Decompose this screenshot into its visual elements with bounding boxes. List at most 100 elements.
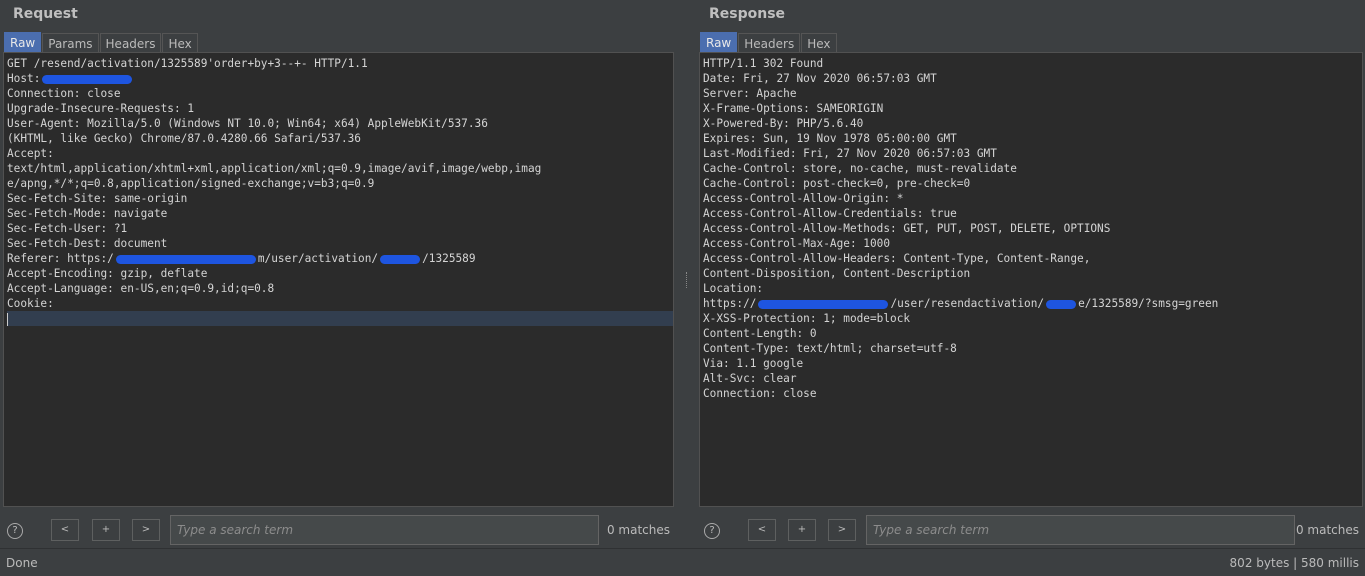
request-line: Upgrade-Insecure-Requests: 1 bbox=[7, 101, 673, 116]
line-text: Content-Length: 0 bbox=[703, 327, 817, 340]
tab-raw[interactable]: Raw bbox=[4, 32, 42, 53]
response-line: Content-Type: text/html; charset=utf-8 bbox=[703, 341, 1362, 356]
tab-headers[interactable]: Headers bbox=[99, 33, 162, 53]
request-line: text/html,application/xhtml+xml,applicat… bbox=[7, 161, 673, 176]
request-line: Sec-Fetch-Site: same-origin bbox=[7, 191, 673, 206]
line-text: Sec-Fetch-Dest: document bbox=[7, 237, 168, 250]
line-text: /1325589 bbox=[422, 252, 476, 265]
request-line: (KHTML, like Gecko) Chrome/87.0.4280.66 … bbox=[7, 131, 673, 146]
request-line: e/apng,*/*;q=0.8,application/signed-exch… bbox=[7, 176, 673, 191]
line-text: (KHTML, like Gecko) Chrome/87.0.4280.66 … bbox=[7, 132, 361, 145]
redaction-mark bbox=[758, 299, 889, 309]
tab-raw[interactable]: Raw bbox=[700, 32, 738, 53]
status-bar: Done 802 bytes | 580 millis bbox=[0, 548, 1365, 576]
response-line: Access-Control-Allow-Credentials: true bbox=[703, 206, 1362, 221]
search-prev-button[interactable]: < bbox=[748, 519, 776, 541]
response-line: Cache-Control: store, no-cache, must-rev… bbox=[703, 161, 1362, 176]
tab-headers[interactable]: Headers bbox=[738, 33, 801, 53]
redaction-mark bbox=[380, 254, 421, 264]
line-text: Cache-Control: post-check=0, pre-check=0 bbox=[703, 177, 971, 190]
response-line: Access-Control-Allow-Origin: * bbox=[703, 191, 1362, 206]
response-editor[interactable]: HTTP/1.1 302 Found Date: Fri, 27 Nov 2020… bbox=[699, 52, 1363, 507]
line-text: text/html,application/xhtml+xml,applicat… bbox=[7, 162, 542, 175]
line-text: Access-Control-Allow-Headers: Content-Ty… bbox=[703, 252, 1091, 265]
request-editor[interactable]: GET /resend/activation/1325589'order+by+… bbox=[3, 52, 674, 507]
request-match-count: 0 matches bbox=[606, 523, 670, 537]
text-caret bbox=[7, 312, 8, 326]
line-text: Accept-Encoding: gzip, deflate bbox=[7, 267, 208, 280]
line-text: X-Frame-Options: SAMEORIGIN bbox=[703, 102, 884, 115]
response-line: HTTP/1.1 302 Found bbox=[703, 56, 1362, 71]
line-text: /user/resendactivation/ bbox=[890, 297, 1045, 310]
line-text: e/apng,*/*;q=0.8,application/signed-exch… bbox=[7, 177, 375, 190]
response-match-count: 0 matches bbox=[1295, 523, 1359, 537]
search-prev-button[interactable]: < bbox=[51, 519, 79, 541]
response-line: Content-Length: 0 bbox=[703, 326, 1362, 341]
search-next-button[interactable]: > bbox=[828, 519, 856, 541]
line-text: X-Powered-By: PHP/5.6.40 bbox=[703, 117, 864, 130]
request-search-input[interactable] bbox=[170, 515, 599, 545]
help-icon[interactable]: ? bbox=[7, 523, 23, 539]
line-text: Referer: https:/ bbox=[7, 252, 114, 265]
line-text: e/1325589/?smsg=green bbox=[1078, 297, 1219, 310]
line-text: Date: Fri, 27 Nov 2020 06:57:03 GMT bbox=[703, 72, 937, 85]
request-line: Referer: https:/ m/user/activation/ /13255… bbox=[7, 251, 673, 266]
line-text: Accept-Language: en-US,en;q=0.9,id;q=0.8 bbox=[7, 282, 275, 295]
line-text: Sec-Fetch-Mode: navigate bbox=[7, 207, 168, 220]
redaction-mark bbox=[42, 74, 133, 84]
cursor-line[interactable] bbox=[7, 311, 673, 326]
line-text: Content-Disposition, Content-Description bbox=[703, 267, 971, 280]
response-line: Access-Control-Allow-Headers: Content-Ty… bbox=[703, 251, 1362, 266]
line-text: GET /resend/activation/1325589'order+by+… bbox=[7, 57, 368, 70]
status-text: Done bbox=[6, 556, 38, 570]
line-text: Alt-Svc: clear bbox=[703, 372, 797, 385]
line-text: Access-Control-Allow-Origin: * bbox=[703, 192, 904, 205]
request-line: Sec-Fetch-Mode: navigate bbox=[7, 206, 673, 221]
line-text: Cache-Control: store, no-cache, must-rev… bbox=[703, 162, 1017, 175]
line-text: Access-Control-Max-Age: 1000 bbox=[703, 237, 891, 250]
tab-params[interactable]: Params bbox=[42, 33, 99, 53]
response-line: Last-Modified: Fri, 27 Nov 2020 06:57:03… bbox=[703, 146, 1362, 161]
request-line: Sec-Fetch-User: ?1 bbox=[7, 221, 673, 236]
response-search-bar: ? < + > 0 matches bbox=[690, 514, 1365, 546]
search-next-button[interactable]: > bbox=[132, 519, 160, 541]
request-line: Sec-Fetch-Dest: document bbox=[7, 236, 673, 251]
search-add-button[interactable]: + bbox=[788, 519, 816, 541]
request-search-bar: ? < + > 0 matches bbox=[0, 514, 676, 546]
response-line: X-Powered-By: PHP/5.6.40 bbox=[703, 116, 1362, 131]
response-tabs: Raw Headers Hex bbox=[700, 32, 838, 53]
response-line: Expires: Sun, 19 Nov 1978 05:00:00 GMT bbox=[703, 131, 1362, 146]
response-line: Connection: close bbox=[703, 386, 1362, 401]
response-line: Access-Control-Allow-Methods: GET, PUT, … bbox=[703, 221, 1362, 236]
line-text: HTTP/1.1 302 Found bbox=[703, 57, 824, 70]
search-add-button[interactable]: + bbox=[92, 519, 120, 541]
line-text: Last-Modified: Fri, 27 Nov 2020 06:57:03… bbox=[703, 147, 997, 160]
response-line: Content-Disposition, Content-Description bbox=[703, 266, 1362, 281]
line-text: Upgrade-Insecure-Requests: 1 bbox=[7, 102, 195, 115]
request-pane: Request Raw Params Headers Hex GET /rese… bbox=[0, 0, 676, 548]
help-icon[interactable]: ? bbox=[704, 523, 720, 539]
line-text: Location: bbox=[703, 282, 764, 295]
tab-hex[interactable]: Hex bbox=[162, 33, 198, 53]
response-line: Location: bbox=[703, 281, 1362, 296]
request-line: Accept: bbox=[7, 146, 673, 161]
line-text: Sec-Fetch-Site: same-origin bbox=[7, 192, 188, 205]
response-title: Response bbox=[709, 6, 786, 22]
request-line: User-Agent: Mozilla/5.0 (Windows NT 10.0… bbox=[7, 116, 673, 131]
line-text: Accept: bbox=[7, 147, 54, 160]
line-text: X-XSS-Protection: 1; mode=block bbox=[703, 312, 911, 325]
response-line: Server: Apache bbox=[703, 86, 1362, 101]
response-line: X-XSS-Protection: 1; mode=block bbox=[703, 311, 1362, 326]
line-text: Access-Control-Allow-Credentials: true bbox=[703, 207, 957, 220]
line-text: Expires: Sun, 19 Nov 1978 05:00:00 GMT bbox=[703, 132, 957, 145]
response-search-input[interactable] bbox=[866, 515, 1295, 545]
request-tabs: Raw Params Headers Hex bbox=[4, 32, 199, 53]
response-pane: Response Raw Headers Hex HTTP/1.1 302 Fo… bbox=[690, 0, 1365, 548]
response-size-timing: 802 bytes | 580 millis bbox=[1229, 556, 1359, 570]
line-text: Cookie: bbox=[7, 297, 54, 310]
line-text: Server: Apache bbox=[703, 87, 797, 100]
tab-hex[interactable]: Hex bbox=[801, 33, 837, 53]
line-text: Connection: close bbox=[703, 387, 817, 400]
request-line: Accept-Encoding: gzip, deflate bbox=[7, 266, 673, 281]
request-title: Request bbox=[13, 6, 78, 22]
